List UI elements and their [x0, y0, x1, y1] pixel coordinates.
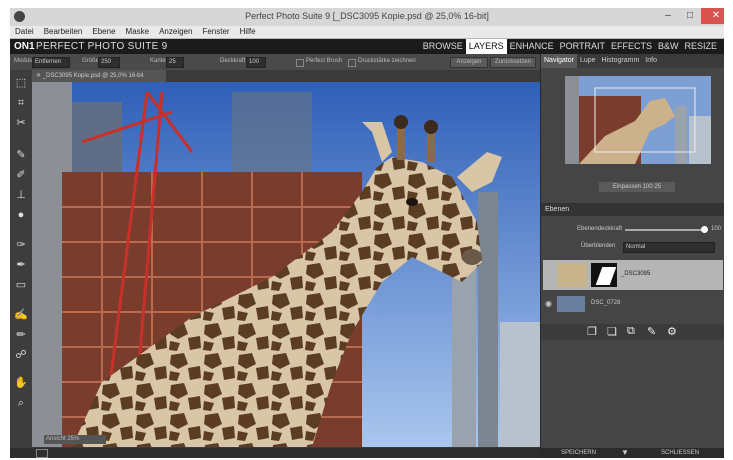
document-name: _DSC3095 Kopie.psd @ 25,0% 16-bit: [42, 73, 144, 79]
size-field[interactable]: 250: [98, 57, 120, 68]
layer-actions: ❐ ❏ ⧉ ✎ ⚙: [541, 324, 724, 340]
layer-row-selected[interactable]: _DSC3095: [543, 260, 723, 290]
menu-item-maske[interactable]: Maske: [121, 26, 155, 38]
tool-options-bar: Modus Entfernen Größe 250 Kante 25 Deckk…: [10, 54, 540, 70]
hand-tool-icon[interactable]: ✋: [14, 376, 28, 390]
menu-item-fenster[interactable]: Fenster: [197, 26, 234, 38]
feather-label: Kante: [150, 58, 166, 64]
reset-button[interactable]: Zurücksetzen: [490, 57, 536, 68]
crop-tool-icon[interactable]: ⌗: [14, 96, 28, 110]
refine-brush-icon[interactable]: ✍: [14, 308, 28, 322]
menu-item-hilfe[interactable]: Hilfe: [235, 26, 261, 38]
blend-mode-select[interactable]: Normal: [623, 242, 715, 253]
module-browse[interactable]: BROWSE: [420, 39, 466, 54]
composite-photo: [32, 82, 540, 447]
masking-brush-icon[interactable]: ✑: [14, 238, 28, 252]
perfect-brush-checkbox[interactable]: [296, 59, 304, 67]
navigator-preview[interactable]: [565, 76, 711, 164]
opacity-label: Deckkraft: [220, 58, 246, 64]
layer-opacity-knob[interactable]: [701, 226, 708, 233]
retouch-brush-icon[interactable]: ✎: [14, 148, 28, 162]
tab-navigator[interactable]: Navigator: [541, 54, 577, 68]
close-panel-button[interactable]: SCHLIESSEN: [661, 448, 699, 458]
quick-mask-icon[interactable]: ▭: [14, 278, 28, 292]
navigator-thumbnail: [565, 76, 711, 164]
module-tabs: BROWSE LAYERS ENHANCE PORTRAIT EFFECTS B&W RES…: [420, 39, 720, 54]
save-menu-icon[interactable]: ▼: [621, 448, 629, 458]
module-effects[interactable]: EFFECTS: [608, 39, 655, 54]
blend-mode-label: Überblenden: [581, 243, 616, 249]
tab-loupe[interactable]: Lupe: [577, 54, 599, 68]
layer-opacity-value: 100: [711, 226, 722, 232]
module-portrait[interactable]: PORTRAIT: [557, 39, 608, 54]
opacity-field[interactable]: 100: [246, 57, 266, 68]
minimize-button[interactable]: –: [657, 8, 679, 24]
module-enhance[interactable]: ENHANCE: [507, 39, 557, 54]
window-title: Perfect Photo Suite 9 [_DSC3095 Kopie.ps…: [245, 11, 489, 21]
perfect-brush-label: Perfect Brush: [306, 58, 343, 64]
module-resize[interactable]: RESIZE: [681, 39, 720, 54]
transform-tool-icon[interactable]: ✂: [14, 116, 28, 130]
blur-mask-icon[interactable]: ☍: [14, 348, 28, 362]
pressure-label: Druckstärke zeichnen: [358, 58, 416, 64]
duplicate-layer-icon[interactable]: ❏: [607, 325, 617, 338]
show-button[interactable]: Anzeigen: [450, 57, 488, 68]
pressure-checkbox[interactable]: [348, 59, 356, 67]
menu-item-ebene[interactable]: Ebene: [87, 26, 120, 38]
navigator-tabs: Navigator Lupe Histogramm Info: [541, 54, 724, 68]
panel-bottom-bar: SPEICHERN ▼ SCHLIESSEN: [541, 448, 724, 458]
layer-thumbnail: [557, 263, 587, 287]
tab-info[interactable]: Info: [642, 54, 660, 68]
menu-item-bearbeiten[interactable]: Bearbeiten: [39, 26, 88, 38]
right-panel: Navigator Lupe Histogramm Info Einpassen 10…: [540, 54, 724, 458]
layer-name: DSC_0728: [591, 300, 621, 306]
new-layer-icon[interactable]: ❐: [587, 325, 597, 338]
image-canvas[interactable]: [32, 82, 540, 447]
maximize-button[interactable]: □: [679, 8, 701, 24]
preview-toggle-icon[interactable]: [36, 449, 48, 458]
masking-bug-icon[interactable]: ✒: [14, 258, 28, 272]
layer-row[interactable]: ◉ DSC_0728: [543, 294, 723, 314]
clone-stamp-icon[interactable]: ⊥: [14, 188, 28, 202]
layer-name: _DSC3095: [621, 271, 651, 277]
feather-field[interactable]: 25: [166, 57, 184, 68]
close-button[interactable]: ✕: [701, 8, 724, 24]
menu-item-anzeigen[interactable]: Anzeigen: [154, 26, 197, 38]
app-window: Perfect Photo Suite 9 [_DSC3095 Kopie.ps…: [10, 8, 724, 458]
zoom-tool-icon[interactable]: ⌕: [14, 396, 28, 410]
layer-settings-icon[interactable]: ⚙: [667, 325, 677, 338]
save-button[interactable]: SPEICHERN: [561, 448, 596, 458]
mode-label: Modus: [14, 58, 33, 64]
status-bar: [10, 448, 540, 458]
navigator-zoom-controls[interactable]: Einpassen 100 25: [599, 182, 675, 192]
menu-item-datei[interactable]: Datei: [10, 26, 39, 38]
zoom-indicator[interactable]: Ansicht 25%: [44, 435, 106, 444]
layer-thumbnail: [557, 296, 585, 312]
layers-header: Ebenen: [541, 203, 724, 216]
perfect-eraser-icon[interactable]: ✐: [14, 168, 28, 182]
merge-layers-icon[interactable]: ⧉: [627, 325, 635, 338]
brand-bar: ON1 PERFECT PHOTO SUITE 9 BROWSE LAYERS EN…: [10, 39, 724, 54]
close-document-icon[interactable]: ✕: [36, 73, 41, 79]
layer-opacity-label: Ebenendeckkraft: [577, 226, 623, 232]
tools-palette: ⬚ ⌗ ✂ ✎ ✐ ⊥ ● ✑ ✒ ▭ ✍ ✏ ☍ ✋ ⌕: [10, 70, 33, 448]
document-tab[interactable]: ✕ _DSC3095 Kopie.psd @ 25,0% 16-bit: [32, 70, 166, 82]
mode-select[interactable]: Entfernen: [32, 57, 70, 68]
layer-mask-thumbnail: [591, 263, 617, 287]
on1-logo: ON1: [14, 41, 35, 52]
title-bar: Perfect Photo Suite 9 [_DSC3095 Kopie.ps…: [10, 8, 724, 26]
module-bw[interactable]: B&W: [655, 39, 682, 54]
tab-histogram[interactable]: Histogramm: [599, 54, 643, 68]
blur-tool-icon[interactable]: ●: [14, 208, 28, 222]
suite-name: PERFECT PHOTO SUITE 9: [36, 41, 168, 52]
menu-bar: Datei Bearbeiten Ebene Maske Anzeigen Fenster…: [10, 26, 724, 39]
eye-icon[interactable]: ◉: [545, 299, 552, 308]
size-label: Größe: [82, 58, 100, 64]
module-layers[interactable]: LAYERS: [465, 39, 507, 54]
delete-layer-icon[interactable]: ✎: [647, 325, 656, 338]
chisel-tool-icon[interactable]: ✏: [14, 328, 28, 342]
layer-opacity-slider[interactable]: [625, 229, 703, 231]
marquee-tool-icon[interactable]: ⬚: [14, 76, 28, 90]
